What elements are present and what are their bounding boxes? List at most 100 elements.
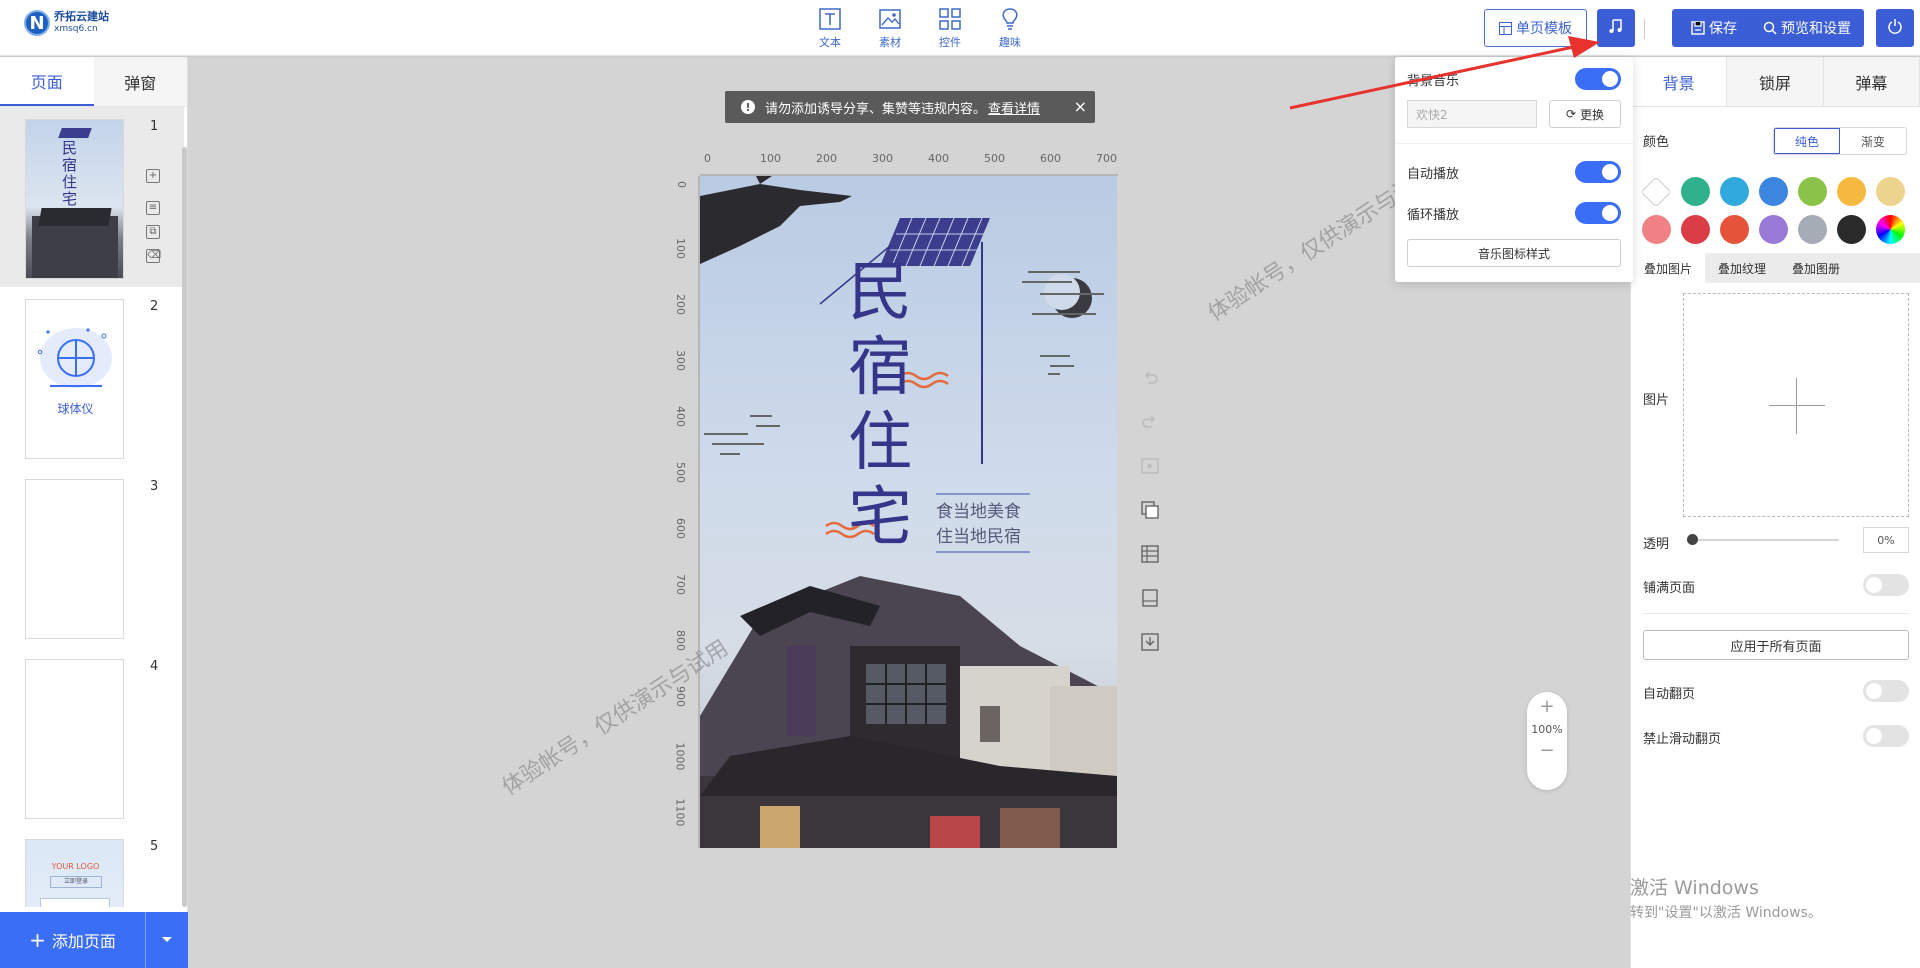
page-list-scrollbar[interactable] bbox=[182, 147, 187, 907]
add-page-button[interactable]: + 添加页面 bbox=[0, 912, 146, 968]
globe-icon bbox=[37, 328, 112, 388]
save-button[interactable]: 保存 bbox=[1672, 9, 1756, 47]
poster-line-1: 食当地美食 bbox=[936, 502, 1021, 522]
mobile-icon[interactable] bbox=[1140, 588, 1160, 608]
image-label: 图片 bbox=[1643, 393, 1670, 408]
swatch-blue[interactable] bbox=[1759, 177, 1788, 206]
tab-overlay-texture[interactable]: 叠加纹理 bbox=[1705, 253, 1779, 283]
swatch-purple[interactable] bbox=[1759, 215, 1788, 244]
swatch-yellow[interactable] bbox=[1837, 177, 1866, 206]
copy-page-icon[interactable]: ⧉ bbox=[146, 225, 160, 239]
tab-popups[interactable]: 弹窗 bbox=[93, 57, 187, 106]
plus-icon bbox=[1769, 405, 1825, 406]
redo-icon[interactable] bbox=[1140, 412, 1160, 432]
auto-flip-toggle[interactable] bbox=[1863, 680, 1909, 702]
apply-all-pages-button[interactable]: 应用于所有页面 bbox=[1643, 630, 1909, 660]
undo-icon[interactable] bbox=[1140, 368, 1160, 388]
swatch-white[interactable] bbox=[1640, 176, 1672, 208]
color-picker-icon[interactable] bbox=[1876, 215, 1905, 244]
image-icon bbox=[879, 8, 901, 30]
tab-background[interactable]: 背景 bbox=[1631, 57, 1728, 106]
preview-settings-button[interactable]: 预览和设置 bbox=[1750, 9, 1864, 47]
image-upload-box[interactable] bbox=[1683, 293, 1909, 517]
gradient-option[interactable]: 渐变 bbox=[1840, 128, 1906, 154]
music-note-icon bbox=[1608, 18, 1624, 38]
tab-danmaku[interactable]: 弹幕 bbox=[1823, 57, 1920, 106]
header-divider bbox=[1644, 19, 1645, 39]
zoom-in-button[interactable]: + bbox=[1527, 696, 1567, 717]
color-mode-toggle: 纯色 渐变 bbox=[1773, 127, 1907, 155]
template-icon bbox=[1499, 21, 1512, 35]
plus-icon: + bbox=[29, 928, 46, 952]
solid-color-option[interactable]: 纯色 bbox=[1774, 128, 1840, 154]
site-logo[interactable]: N 乔拓云建站 xmsq6.cn bbox=[24, 10, 109, 36]
search-icon bbox=[1763, 21, 1777, 35]
tab-overlay-image[interactable]: 叠加图片 bbox=[1631, 253, 1705, 283]
zoom-level: 100% bbox=[1531, 723, 1563, 736]
change-music-button[interactable]: ⟳ 更换 bbox=[1549, 100, 1621, 128]
tab-lockscreen[interactable]: 锁屏 bbox=[1727, 57, 1824, 106]
notice-details-link[interactable]: 查看详情 bbox=[988, 98, 1040, 117]
poster-title: 民 宿 住 宅 bbox=[848, 256, 912, 555]
page-thumbnail: 民宿住宅 bbox=[25, 119, 124, 279]
swatch-orange[interactable] bbox=[1720, 215, 1749, 244]
bg-music-row: 背景音乐 bbox=[1407, 68, 1621, 90]
loop-label: 循环播放 bbox=[1407, 207, 1460, 223]
page-item-5[interactable]: YOUR LOGO 立即登录 5 bbox=[0, 827, 184, 907]
delete-page-icon[interactable]: ⌫ bbox=[146, 249, 161, 263]
tab-overlay-album[interactable]: 叠加图册 bbox=[1779, 253, 1853, 283]
close-icon[interactable]: × bbox=[1074, 97, 1087, 116]
page-layout-icon[interactable]: ≡ bbox=[146, 201, 160, 215]
tool-material[interactable]: 素材 bbox=[860, 8, 920, 50]
swatch-green[interactable] bbox=[1798, 177, 1827, 206]
fill-page-toggle[interactable] bbox=[1863, 574, 1909, 596]
bg-music-toggle[interactable] bbox=[1575, 68, 1621, 90]
tool-fun[interactable]: 趣味 bbox=[980, 8, 1040, 50]
swatch-sand[interactable] bbox=[1876, 177, 1905, 206]
poster-line-2: 住当地民宿 bbox=[936, 527, 1021, 547]
page-list: 民宿住宅 1 + ≡ ⧉ ⌫ 球体仪 2 3 4 YOUR LOGO 立即登录 … bbox=[0, 107, 187, 907]
page-item-1[interactable]: 民宿住宅 1 + ≡ ⧉ ⌫ bbox=[0, 107, 184, 287]
page-item-4[interactable]: 4 bbox=[0, 647, 184, 827]
music-icon-style-button[interactable]: 音乐图标样式 bbox=[1407, 239, 1621, 267]
add-page-dropdown[interactable] bbox=[146, 912, 188, 968]
opacity-label: 透明 bbox=[1643, 537, 1670, 552]
opacity-slider-handle[interactable] bbox=[1687, 534, 1698, 545]
thumb-title: 球体仪 bbox=[57, 402, 94, 416]
layers-icon[interactable] bbox=[1140, 500, 1160, 520]
text-icon bbox=[819, 8, 841, 30]
exit-button[interactable] bbox=[1876, 9, 1914, 47]
page-canvas[interactable]: 民 宿 住 宅 食当地美食 住当地民宿 bbox=[700, 176, 1117, 848]
autoplay-toggle[interactable] bbox=[1575, 161, 1621, 183]
track-input[interactable]: 欢快2 bbox=[1407, 100, 1537, 128]
opacity-input[interactable]: 0% bbox=[1863, 527, 1909, 553]
page-thumbnail bbox=[25, 479, 124, 639]
zoom-out-button[interactable]: − bbox=[1527, 740, 1567, 761]
swatch-sky[interactable] bbox=[1720, 177, 1749, 206]
loop-toggle[interactable] bbox=[1575, 202, 1621, 224]
windows-activation-notice: 激活 Windows 转到"设置"以激活 Windows。 bbox=[1630, 877, 1822, 921]
play-icon[interactable] bbox=[1140, 456, 1160, 476]
swatch-teal[interactable] bbox=[1681, 177, 1710, 206]
music-button[interactable] bbox=[1597, 9, 1635, 47]
music-settings-popup: 背景音乐 欢快2 ⟳ 更换 自动播放 循环播放 音乐图标样式 bbox=[1395, 57, 1633, 282]
disable-swipe-toggle[interactable] bbox=[1863, 725, 1909, 747]
page-item-2[interactable]: 球体仪 2 bbox=[0, 287, 184, 467]
swatch-gray[interactable] bbox=[1798, 215, 1827, 244]
tool-text[interactable]: 文本 bbox=[800, 8, 860, 50]
add-page-icon[interactable]: + bbox=[146, 169, 160, 183]
tool-widgets[interactable]: 控件 bbox=[920, 8, 980, 50]
swatch-red[interactable] bbox=[1681, 215, 1710, 244]
grid-icon[interactable] bbox=[1140, 544, 1160, 564]
opacity-slider[interactable] bbox=[1689, 539, 1839, 541]
page-item-3[interactable]: 3 bbox=[0, 467, 184, 647]
tab-pages[interactable]: 页面 bbox=[0, 57, 94, 106]
page-thumbnail: 球体仪 bbox=[25, 299, 124, 459]
sidebar-tabs: 页面 弹窗 bbox=[0, 57, 187, 107]
swatch-pink[interactable] bbox=[1642, 215, 1671, 244]
swatch-black[interactable] bbox=[1837, 215, 1866, 244]
autoplay-row: 自动播放 bbox=[1407, 161, 1621, 183]
download-icon[interactable] bbox=[1140, 632, 1160, 652]
single-page-template-button[interactable]: 单页模板 bbox=[1484, 9, 1587, 47]
autoplay-label: 自动播放 bbox=[1407, 166, 1460, 182]
